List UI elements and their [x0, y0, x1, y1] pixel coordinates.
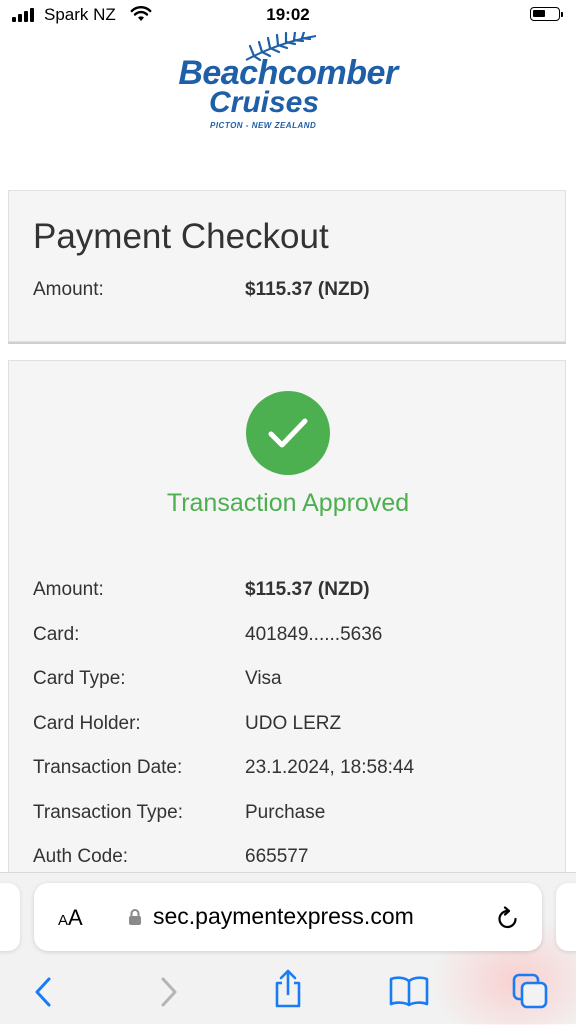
transaction-status: Transaction Approved: [166, 489, 410, 517]
success-check-icon: [246, 391, 330, 475]
back-icon[interactable]: [32, 975, 54, 1009]
lock-icon: [129, 909, 141, 925]
page-title: Payment Checkout: [33, 217, 329, 256]
battery-icon: [530, 7, 563, 21]
next-tab-preview[interactable]: [556, 883, 576, 951]
url-text[interactable]: sec.paymentexpress.com: [153, 903, 414, 930]
clock: 19:02: [266, 5, 310, 24]
amount-label: Amount:: [33, 279, 104, 300]
detail-label: Card:: [33, 624, 80, 645]
amount-value: $115.37 (NZD): [245, 279, 370, 300]
share-icon[interactable]: [272, 969, 304, 1009]
bookmarks-icon[interactable]: [389, 975, 429, 1007]
detail-value: 23.1.2024, 18:58:44: [245, 757, 415, 778]
brand-logo: Beachcomber Cruises PICTON - NEW ZEALAND: [0, 30, 576, 140]
detail-label: Auth Code:: [33, 846, 129, 867]
reload-icon[interactable]: [496, 905, 520, 931]
detail-value: 401849......5636: [245, 624, 383, 645]
browser-bottom-bar: AA sec.paymentexpress.com: [0, 872, 576, 1025]
previous-tab-preview[interactable]: [0, 883, 20, 951]
forward-icon[interactable]: [158, 975, 180, 1009]
text-size-button[interactable]: AA: [58, 905, 83, 931]
brand-subname: Cruises: [209, 86, 320, 119]
detail-value: UDO LERZ: [245, 713, 342, 734]
status-bar: Spark NZ 19:02: [0, 0, 576, 34]
tabs-icon[interactable]: [512, 973, 548, 1009]
detail-label: Amount:: [33, 579, 104, 600]
detail-label: Transaction Date:: [33, 757, 183, 778]
detail-value: 665577: [245, 846, 309, 867]
browser-toolbar: [0, 969, 576, 1019]
detail-label: Transaction Type:: [33, 802, 183, 823]
detail-label: Card Holder:: [33, 713, 141, 734]
checkout-header-panel: Payment Checkout Amount: $115.37 (NZD): [8, 190, 566, 342]
detail-value: Purchase: [245, 802, 326, 823]
transaction-result-panel: Transaction Approved Amount: $115.37 (NZ…: [8, 360, 566, 900]
brand-tagline: PICTON - NEW ZEALAND: [210, 121, 317, 130]
detail-value: $115.37 (NZD): [245, 579, 370, 600]
detail-label: Card Type:: [33, 668, 126, 689]
detail-value: Visa: [245, 668, 282, 689]
address-bar[interactable]: AA sec.paymentexpress.com: [34, 883, 542, 951]
